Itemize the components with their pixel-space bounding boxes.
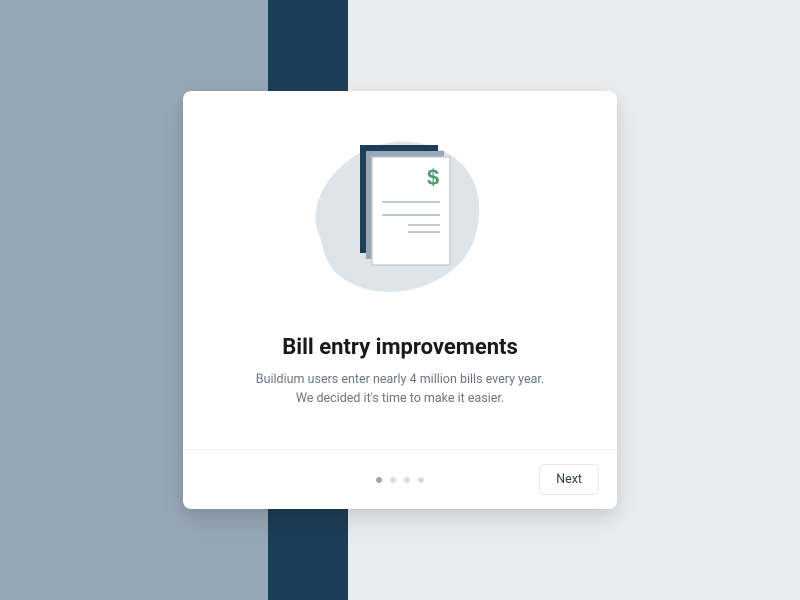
bill-document-icon: $ [290, 127, 510, 307]
subtitle-line-1: Buildium users enter nearly 4 million bi… [256, 372, 544, 387]
subtitle-line-2: We decided it's time to make it easier. [296, 391, 504, 406]
pagination-dot-1[interactable] [376, 477, 382, 483]
modal-footer: Next [183, 449, 617, 509]
modal-title: Bill entry improvements [282, 335, 518, 360]
pagination-dot-3[interactable] [404, 477, 410, 483]
pagination-dots [376, 477, 424, 483]
modal-subtitle: Buildium users enter nearly 4 million bi… [256, 370, 544, 409]
onboarding-modal: $ Bill entry improvements Buildium users… [183, 91, 617, 509]
next-button[interactable]: Next [539, 464, 599, 495]
svg-text:$: $ [427, 165, 439, 190]
illustration-container: $ [223, 127, 577, 307]
modal-body: $ Bill entry improvements Buildium users… [183, 91, 617, 449]
pagination-dot-2[interactable] [390, 477, 396, 483]
pagination-dot-4[interactable] [418, 477, 424, 483]
